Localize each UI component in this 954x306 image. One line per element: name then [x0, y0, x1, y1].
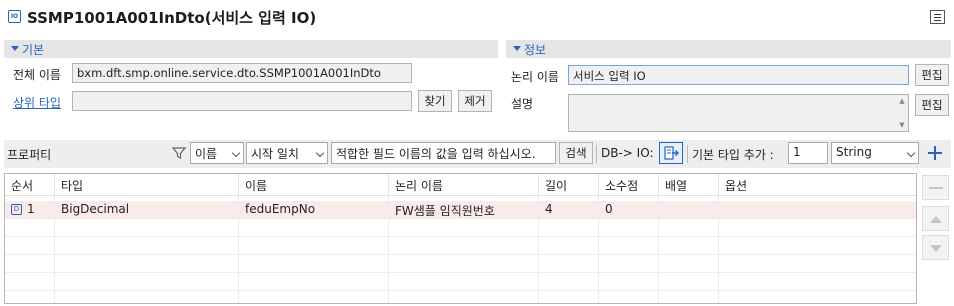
cell-order: D1	[5, 201, 55, 218]
grid-line	[718, 196, 719, 303]
cell-name[interactable]: feduEmpNo	[239, 201, 389, 218]
cell-type[interactable]: BigDecimal	[55, 201, 239, 218]
order-value: 1	[27, 202, 35, 216]
grid-line	[54, 196, 55, 303]
column-header[interactable]: 타입	[55, 174, 239, 195]
divider	[596, 145, 597, 163]
scroll-down-icon[interactable]: ▼	[898, 121, 906, 129]
cell-array[interactable]	[659, 201, 719, 218]
column-header[interactable]: 이름	[239, 174, 389, 195]
import-icon	[664, 146, 679, 160]
basic-section-label: 기본	[22, 43, 45, 57]
cell-option[interactable]	[719, 201, 916, 218]
field-type-icon: D	[11, 204, 22, 215]
plus-icon	[928, 146, 942, 160]
match-mode-select[interactable]: 시작 일치	[246, 142, 328, 164]
search-input[interactable]: 적합한 필드 이름의 값을 입력 하십시오.	[331, 142, 556, 164]
chevron-down-icon	[906, 148, 916, 158]
grid-line	[388, 196, 389, 303]
description-label: 설명	[511, 97, 534, 111]
property-toolbar: 프로퍼티 이름 시작 일치 적합한 필드 이름의 값을 입력 하십시오. 검색 …	[4, 140, 951, 168]
empty-table-row	[5, 273, 916, 291]
full-name-field[interactable]: bxm.dft.smp.online.service.dto.SSMP1001A…	[72, 63, 412, 83]
chevron-down-icon	[315, 148, 325, 158]
title-bar: IO SSMP1001A001InDto(서비스 입력 IO)	[0, 0, 954, 34]
page-title: SSMP1001A001InDto(서비스 입력 IO)	[27, 9, 317, 27]
grid-line	[538, 196, 539, 303]
grid-line	[658, 196, 659, 303]
empty-table-row	[5, 237, 916, 255]
remove-row-button[interactable]	[922, 175, 949, 200]
chevron-down-icon	[231, 148, 241, 158]
column-header[interactable]: 순서	[5, 174, 55, 195]
info-section-header[interactable]: 정보	[506, 40, 951, 58]
filter-field-value: 이름	[195, 147, 218, 161]
db-io-label: DB-> IO:	[601, 146, 654, 160]
empty-table-row	[5, 291, 916, 303]
filter-icon[interactable]	[172, 146, 186, 160]
minus-icon	[929, 187, 943, 189]
full-name-label: 전체 이름	[13, 68, 61, 82]
move-down-button[interactable]	[922, 235, 949, 260]
cell-logical-name[interactable]: FW샘플 임직원번호	[389, 201, 539, 218]
edit-logical-name-button[interactable]: 편집	[915, 64, 949, 86]
column-header[interactable]: 옵션	[719, 174, 916, 195]
add-basic-type-label: 기본 타입 추가 :	[692, 148, 774, 162]
grid-line	[598, 196, 599, 303]
io-icon: IO	[8, 10, 21, 23]
remove-button[interactable]: 제거	[458, 90, 492, 112]
empty-table-row	[5, 255, 916, 273]
column-header[interactable]: 논리 이름	[389, 174, 539, 195]
collapse-triangle-icon	[513, 46, 521, 51]
property-table: 순서 타입 이름 논리 이름 길이 소수점 배열 옵션 D1 BigDecima…	[4, 173, 917, 304]
filter-field-select[interactable]: 이름	[190, 142, 244, 164]
collapse-triangle-icon	[11, 46, 19, 51]
property-label: 프로퍼티	[7, 148, 52, 162]
empty-table-row	[5, 219, 916, 237]
parent-type-link[interactable]: 상위 타입	[13, 94, 61, 111]
column-header[interactable]: 배열	[659, 174, 719, 195]
cell-decimal[interactable]: 0	[599, 201, 659, 218]
db-to-io-button[interactable]	[659, 142, 683, 164]
divider	[687, 145, 688, 163]
description-textarea[interactable]: ▲ ▼	[568, 94, 909, 132]
arrow-up-icon	[930, 216, 942, 223]
add-row-button[interactable]	[923, 142, 947, 164]
grid-line	[238, 196, 239, 303]
type-select-value: String	[836, 145, 872, 159]
table-row[interactable]: D1 BigDecimal feduEmpNo FW샘플 임직원번호 4 0	[5, 201, 916, 219]
info-section-label: 정보	[524, 43, 547, 57]
search-button[interactable]: 검색	[559, 142, 593, 164]
column-header[interactable]: 길이	[539, 174, 599, 195]
column-header[interactable]: 소수점	[599, 174, 659, 195]
type-select[interactable]: String	[831, 142, 919, 164]
logical-name-field[interactable]: 서비스 입력 IO	[568, 65, 909, 85]
match-mode-value: 시작 일치	[251, 147, 299, 161]
parent-type-field[interactable]	[72, 91, 412, 111]
table-header: 순서 타입 이름 논리 이름 길이 소수점 배열 옵션	[5, 174, 916, 196]
view-menu-icon[interactable]	[930, 10, 945, 24]
find-button[interactable]: 찾기	[418, 90, 452, 112]
move-up-button[interactable]	[922, 206, 949, 231]
arrow-down-icon	[930, 245, 942, 252]
scroll-up-icon[interactable]: ▲	[898, 97, 906, 105]
add-count-input[interactable]: 1	[788, 142, 828, 164]
logical-name-label: 논리 이름	[511, 70, 559, 84]
cell-length[interactable]: 4	[539, 201, 599, 218]
edit-description-button[interactable]: 편집	[915, 94, 949, 116]
basic-section-header[interactable]: 기본	[4, 40, 498, 58]
